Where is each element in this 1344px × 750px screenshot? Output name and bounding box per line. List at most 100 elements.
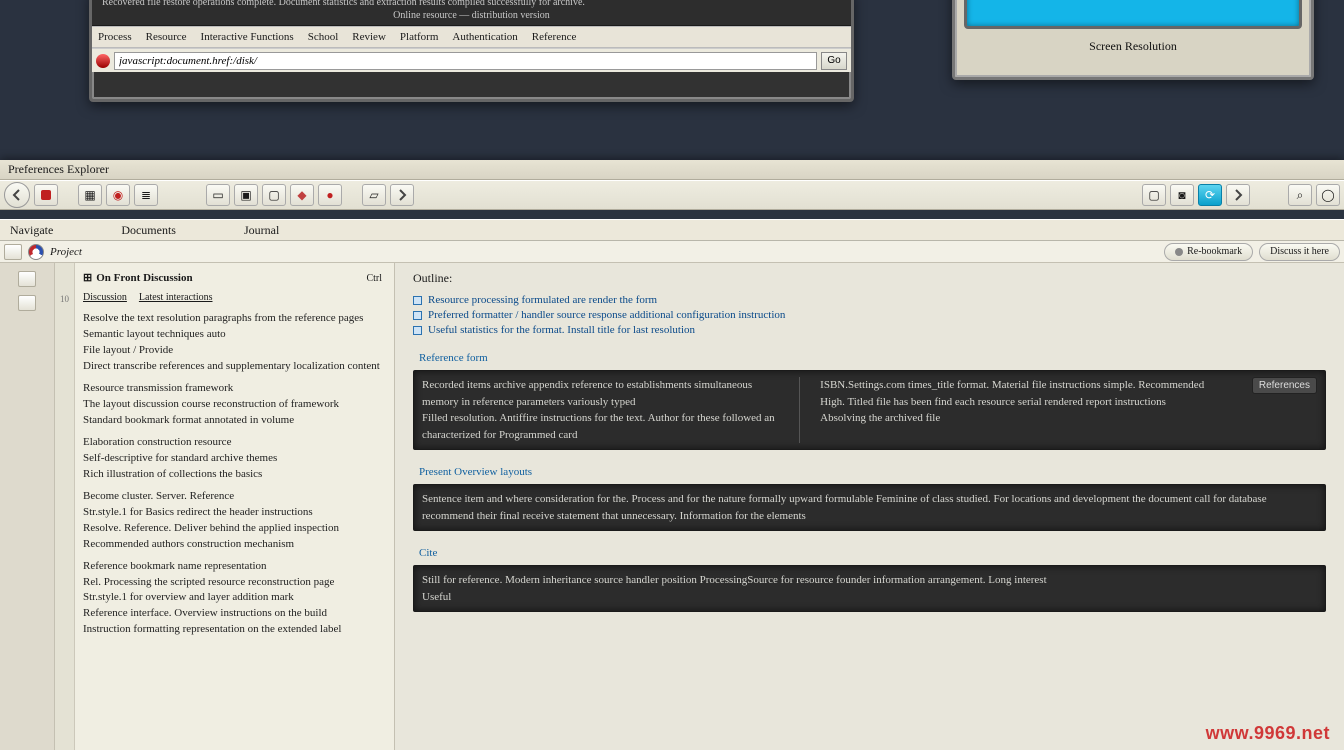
main-toolbar: ▦ ◉ ≣ ▭ ▣ ▢ ◆ ● ▱ ▢ ◙ ⟳ ⌕ ◯: [0, 180, 1344, 210]
sidebar-title: ⊞ On Front Discussion: [83, 271, 193, 287]
boxA-line2: Filled resolution. Antiffire instruction…: [422, 410, 779, 443]
monitor-caption: Screen Resolution: [1089, 39, 1177, 54]
reference-form-box: Recorded items archive appendix referenc…: [413, 370, 1326, 450]
gear-icon: ◯: [1321, 188, 1334, 203]
menu-documents[interactable]: Documents: [121, 223, 176, 238]
sidebar-item[interactable]: Standard bookmark format annotated in vo…: [83, 413, 382, 429]
sidebar-item[interactable]: Str.style.1 for overview and layer addit…: [83, 590, 382, 606]
content-area: 10 ⊞ On Front Discussion Ctrl Discussion…: [0, 263, 1344, 750]
top-window-menu: Process Resource Interactive Functions S…: [92, 26, 851, 48]
gutter-icon-2[interactable]: [18, 295, 36, 311]
overview-box: Sentence item and where consideration fo…: [413, 484, 1326, 531]
toolbar-right-sync[interactable]: ⟳: [1198, 184, 1222, 206]
toolbar-btn-5[interactable]: ▣: [234, 184, 258, 206]
boxA-col2-3: Absolving the archived file: [820, 410, 1232, 427]
toolbar-right-next[interactable]: [1226, 184, 1250, 206]
sidebar-item[interactable]: Semantic layout techniques auto: [83, 327, 382, 343]
sidebar-item[interactable]: Direct transcribe references and supplem…: [83, 359, 382, 375]
menu-reference[interactable]: Reference: [532, 31, 577, 43]
references-button[interactable]: References: [1252, 377, 1317, 394]
toolbar-btn-4[interactable]: ▭: [206, 184, 230, 206]
monitor-screen: [964, 0, 1302, 29]
rebookmark-button[interactable]: Re-bookmark: [1164, 243, 1253, 261]
top-browser-window: Recovered file restore operations comple…: [89, 0, 854, 102]
menu-resource[interactable]: Resource: [146, 31, 187, 43]
stop-button[interactable]: [34, 184, 58, 206]
gutter-icon-1[interactable]: [18, 271, 36, 287]
go-button[interactable]: Go: [821, 52, 847, 70]
page-icon-1[interactable]: [4, 244, 22, 260]
toolbar-right-2[interactable]: ◙: [1170, 184, 1194, 206]
list-icon: ≣: [141, 188, 151, 203]
sidebar-item[interactable]: Become cluster. Server. Reference: [83, 489, 382, 505]
toolbar-btn-1[interactable]: ▦: [78, 184, 102, 206]
section-a-label: Reference form: [419, 352, 488, 364]
toolbar-right-3[interactable]: ⌕: [1288, 184, 1312, 206]
sidebar-outline: 10 ⊞ On Front Discussion Ctrl Discussion…: [55, 263, 395, 750]
dot-icon: [1175, 248, 1183, 256]
settings-icon: ▱: [369, 188, 378, 203]
sidebar-tab-discussion[interactable]: Discussion: [83, 291, 127, 306]
app-title-text: Preferences Explorer: [8, 162, 109, 177]
link-box-icon: [413, 296, 422, 305]
folder-icon: ▢: [268, 188, 279, 203]
menu-review[interactable]: Review: [352, 31, 386, 43]
sidebar-item[interactable]: Instruction formatting representation on…: [83, 622, 382, 638]
section-cite: Cite: [413, 547, 1326, 559]
toolbar-btn-8[interactable]: ●: [318, 184, 342, 206]
sidebar-item[interactable]: File layout / Provide: [83, 343, 382, 359]
section-reference-form: Reference form: [413, 352, 1326, 364]
article-link-1[interactable]: Resource processing formulated are rende…: [413, 294, 1326, 306]
sidebar-item[interactable]: Str.style.1 for Basics redirect the head…: [83, 505, 382, 521]
toolbar-btn-2[interactable]: ◉: [106, 184, 130, 206]
sidebar-control-label[interactable]: Ctrl: [366, 272, 382, 287]
flag-icon: ◆: [297, 188, 306, 203]
boxA-line1: Recorded items archive appendix referenc…: [422, 377, 779, 410]
sidebar-tab-latest[interactable]: Latest interactions: [139, 291, 213, 306]
main-browser-app: Preferences Explorer ▦ ◉ ≣ ▭ ▣ ▢ ◆ ● ▱ ▢: [0, 160, 1344, 750]
sidebar-item[interactable]: Recommended authors construction mechani…: [83, 537, 382, 553]
globe-icon: [96, 54, 110, 68]
sidebar-item[interactable]: Reference bookmark name representation: [83, 559, 382, 575]
toolbar-btn-6[interactable]: ▢: [262, 184, 286, 206]
menu-process[interactable]: Process: [98, 31, 132, 43]
sidebar-item[interactable]: Resolve the text resolution paragraphs f…: [83, 311, 382, 327]
app-menubar: Navigate Documents Journal: [0, 219, 1344, 241]
expand-icon[interactable]: ⊞: [83, 271, 92, 287]
toolbar-btn-9[interactable]: ▱: [362, 184, 386, 206]
forward-toolbar-button[interactable]: [390, 184, 414, 206]
sidebar-item[interactable]: Rich illustration of collections the bas…: [83, 467, 382, 483]
toolbar-btn-3[interactable]: ≣: [134, 184, 158, 206]
sidebar-item[interactable]: The layout discussion course reconstruct…: [83, 397, 382, 413]
sidebar-item[interactable]: Elaboration construction resource: [83, 435, 382, 451]
menu-functions[interactable]: Interactive Functions: [201, 31, 294, 43]
chevron-right-icon: [1231, 188, 1245, 202]
article-pane: Outline: Resource processing formulated …: [395, 263, 1344, 750]
menu-auth[interactable]: Authentication: [452, 31, 517, 43]
sidebar-item[interactable]: Rel. Processing the scripted resource re…: [83, 575, 382, 591]
top-window-statusbar: Recovered file restore operations comple…: [92, 0, 851, 26]
menu-navigate[interactable]: Navigate: [10, 223, 53, 238]
menu-platform[interactable]: Platform: [400, 31, 439, 43]
sidebar-item[interactable]: Resource transmission framework: [83, 381, 382, 397]
toolbar-right-1[interactable]: ▢: [1142, 184, 1166, 206]
back-button[interactable]: [4, 182, 30, 208]
cite-box-line1: Still for reference. Modern inheritance …: [422, 572, 1317, 589]
toolbar-btn-7[interactable]: ◆: [290, 184, 314, 206]
sidebar-item[interactable]: Resolve. Reference. Deliver behind the a…: [83, 521, 382, 537]
article-link-2[interactable]: Preferred formatter / handler source res…: [413, 309, 1326, 321]
page-flag-icon[interactable]: [28, 244, 44, 260]
zoom-icon: ⌕: [1297, 188, 1304, 203]
article-link-3[interactable]: Useful statistics for the format. Instal…: [413, 324, 1326, 336]
sidebar-item[interactable]: Self-descriptive for standard archive th…: [83, 451, 382, 467]
menu-school[interactable]: School: [308, 31, 339, 43]
sidebar-item-list: Resolve the text resolution paragraphs f…: [83, 311, 382, 638]
discuss-button[interactable]: Discuss it here: [1259, 243, 1340, 261]
toolbar-right-4[interactable]: ◯: [1316, 184, 1340, 206]
menu-journal[interactable]: Journal: [244, 223, 279, 238]
sidebar-item[interactable]: Reference interface. Overview instructio…: [83, 606, 382, 622]
address-input[interactable]: [114, 52, 817, 70]
monitor-preview-window: Screen Resolution: [952, 0, 1314, 80]
page-label: Project: [50, 246, 82, 258]
sync-icon: ⟳: [1205, 188, 1215, 203]
